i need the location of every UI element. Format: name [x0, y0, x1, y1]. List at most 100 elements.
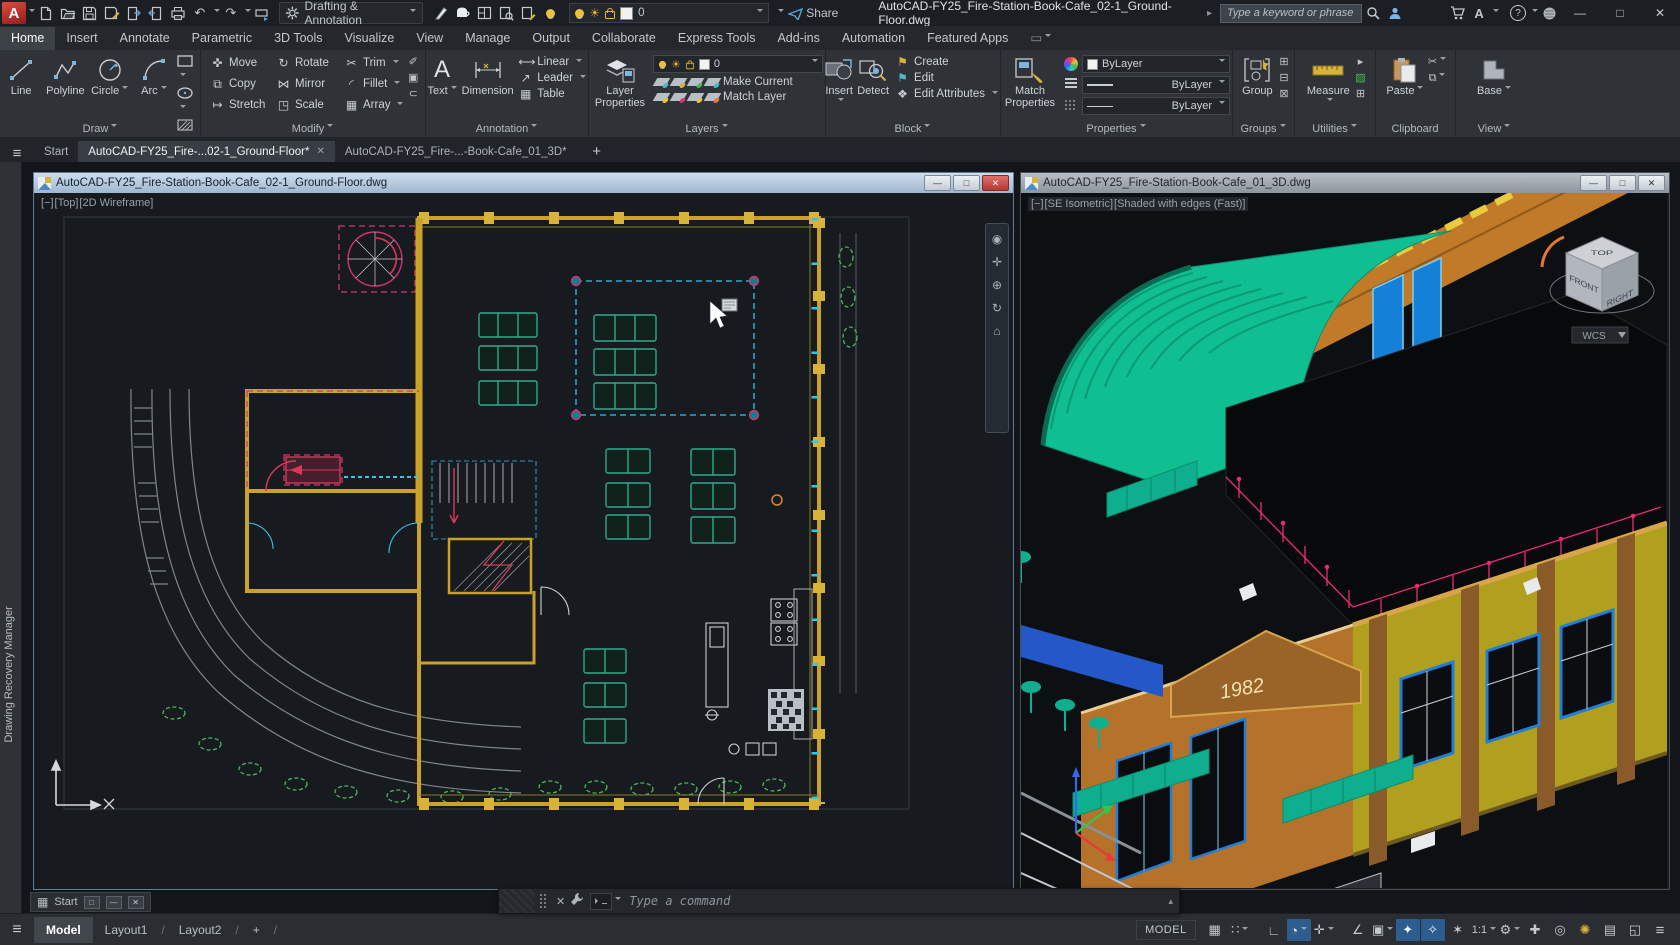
sign-in-icon[interactable] — [1384, 2, 1406, 24]
qat-customize-caret-icon[interactable] — [775, 6, 784, 20]
object-snap-button[interactable]: ▣ — [1371, 919, 1395, 941]
block-panel-label[interactable]: Block — [825, 123, 1000, 135]
assistant-icon[interactable] — [1538, 2, 1560, 24]
scale-button[interactable]: ◳Scale — [274, 95, 340, 115]
modify-panel-label[interactable]: Modify — [200, 123, 425, 135]
command-line-palette[interactable]: ✕ ▴ — [498, 888, 1180, 914]
viewport-controls-view[interactable]: [Top] — [55, 197, 79, 209]
workspace-switcher[interactable]: Drafting & Annotation — [279, 2, 424, 24]
dimension-button[interactable]: Dimension — [461, 53, 514, 97]
layer-on-icon[interactable] — [575, 9, 584, 18]
tab-manage[interactable]: Manage — [454, 27, 521, 50]
start-maximize-button[interactable]: — — [106, 896, 122, 909]
tab-featured-apps[interactable]: Featured Apps — [916, 27, 1019, 50]
viewport3d-controls-visual-style[interactable]: [Shaded with edges (Fast)] — [1114, 198, 1245, 210]
annotation-monitor-button[interactable]: ✚ — [1523, 919, 1547, 941]
annotation-scale-icon[interactable]: ✶ — [1446, 919, 1470, 941]
viewport3d-controls-view[interactable]: [SE Isometric] — [1045, 198, 1113, 210]
tab-home[interactable]: Home — [0, 27, 55, 50]
layer-dropdown[interactable]: ☀ 0 — [653, 55, 823, 73]
ortho-mode-button[interactable]: ∟ — [1262, 919, 1286, 941]
tab-insert[interactable]: Insert — [55, 27, 108, 50]
customization-button[interactable]: ≡ — [1648, 919, 1672, 941]
layout-menu-icon[interactable]: ≡ — [0, 921, 34, 939]
preview-button[interactable] — [495, 2, 517, 24]
snap-mode-button[interactable]: ∷ — [1228, 919, 1252, 941]
tab-express-tools[interactable]: Express Tools — [667, 27, 767, 50]
help-caret-icon[interactable] — [1529, 6, 1538, 20]
ungroup-button[interactable]: ⊞ — [1279, 55, 1288, 69]
match-layer-button[interactable]: Match Layer — [653, 91, 823, 103]
palettes-button[interactable]: ▤ — [1598, 919, 1622, 941]
save-button[interactable] — [79, 2, 101, 24]
move-button[interactable]: ✜Move — [208, 53, 272, 73]
close-window-button[interactable]: ✕ — [1640, 1, 1680, 25]
isometric-drafting-button[interactable]: ✛ — [1312, 919, 1336, 941]
annotation-panel-label[interactable]: Annotation — [425, 123, 588, 135]
plot-button[interactable] — [167, 2, 189, 24]
navigation-bar[interactable]: ◉ ✛ ⊕ ↻ ⌂ — [985, 223, 1009, 433]
groups-panel-label[interactable]: Groups — [1232, 123, 1294, 135]
dynamic-input-button[interactable]: ∠ — [1346, 919, 1370, 941]
doc3d-close-button[interactable]: ✕ — [1638, 175, 1665, 191]
layer-combo-caret-icon[interactable] — [754, 6, 763, 20]
group-button[interactable]: Group — [1237, 53, 1277, 97]
leader-button[interactable]: ↗Leader — [516, 71, 588, 85]
orbit-icon[interactable]: ↻ — [992, 301, 1002, 315]
redo-caret-icon[interactable] — [242, 6, 251, 20]
offset-button[interactable]: ⊂ — [409, 87, 418, 101]
lightbulb-tip-button[interactable] — [539, 2, 561, 24]
layers-panel-label[interactable]: Layers — [588, 123, 825, 135]
viewport3d-controls-minimize[interactable]: [−] — [1031, 198, 1044, 210]
clean-screen-button[interactable]: ◱ — [1623, 919, 1647, 941]
layer-thaw-icon[interactable]: ☀ — [589, 6, 600, 20]
layer-color-swatch[interactable] — [620, 7, 633, 20]
explode-button[interactable]: ▣ — [408, 71, 418, 85]
tab-3d-tools[interactable]: 3D Tools — [263, 27, 333, 50]
tab-output[interactable]: Output — [521, 27, 581, 50]
command-prompt-chip[interactable] — [590, 893, 612, 910]
redo-button[interactable]: ↷ — [220, 2, 242, 24]
start-close-button[interactable]: ✕ — [128, 896, 144, 909]
grid-display-button[interactable]: ▦ — [1203, 919, 1227, 941]
polyline-button[interactable]: Polyline — [44, 53, 86, 97]
floor-plan-canvas[interactable] — [34, 193, 1011, 888]
file-tab-3d[interactable]: AutoCAD-FY25_Fire-...-Book-Cafe_01_3D* — [335, 141, 577, 162]
drawing-recovery-panel-strip[interactable]: Drawing Recovery Manager — [0, 162, 22, 913]
draw-panel-label[interactable]: Draw — [0, 123, 200, 135]
new-file-button[interactable] — [35, 2, 57, 24]
app-menu-button[interactable]: A — [2, 2, 26, 24]
doc3d-restore-button[interactable]: □ — [1609, 175, 1636, 191]
layer-properties-button[interactable]: Layer Properties — [592, 53, 648, 109]
utilities-panel-label[interactable]: Utilities — [1294, 123, 1375, 135]
table-button[interactable]: ▦Table — [516, 87, 567, 101]
model-space-toggle[interactable]: MODEL — [1136, 920, 1196, 940]
layer-quick-control[interactable]: ☀ 0 — [569, 3, 769, 23]
group-selection-button[interactable]: ⊠ — [1279, 87, 1288, 101]
command-input[interactable] — [621, 893, 1168, 909]
detect-button[interactable]: Detect — [857, 53, 889, 97]
drawing-window-2d-titlebar[interactable]: AutoCAD-FY25_Fire-Station-Book-Cafe_02-1… — [34, 173, 1013, 193]
help-button[interactable]: ? — [1507, 2, 1529, 24]
text-button[interactable]: A Text — [425, 53, 459, 97]
markup-import-button[interactable] — [429, 2, 451, 24]
tab-view[interactable]: View — [405, 27, 454, 50]
3d-canvas[interactable]: 1982 — [1021, 193, 1667, 888]
drawing-window-3d-titlebar[interactable]: AutoCAD-FY25_Fire-Station-Book-Cafe_01_3… — [1021, 173, 1669, 193]
search-input[interactable] — [1220, 4, 1362, 23]
layout2-tab[interactable]: Layout2 — [167, 917, 234, 943]
polar-tracking-button[interactable]: ◔ — [1287, 919, 1311, 941]
workspace-switching-button[interactable]: ⚙ — [1498, 919, 1522, 941]
object-color-dropdown[interactable]: ByLayer — [1082, 55, 1230, 73]
tab-visualize[interactable]: Visualize — [334, 27, 406, 50]
open-from-web-button[interactable] — [123, 2, 145, 24]
recent-commands-caret-icon[interactable] — [612, 892, 621, 910]
make-current-button[interactable]: Make Current — [653, 76, 823, 88]
paste-button[interactable]: Paste — [1384, 53, 1426, 97]
rectangle-tool-icon[interactable] — [177, 55, 200, 85]
new-layout-button[interactable]: + — [241, 917, 272, 943]
command-close-icon[interactable]: ✕ — [556, 895, 565, 908]
edit-attributes-button[interactable]: ❖Edit Attributes — [893, 87, 1000, 101]
doc-restore-button[interactable]: □ — [953, 175, 980, 191]
zoom-icon[interactable]: ⊕ — [992, 278, 1002, 292]
